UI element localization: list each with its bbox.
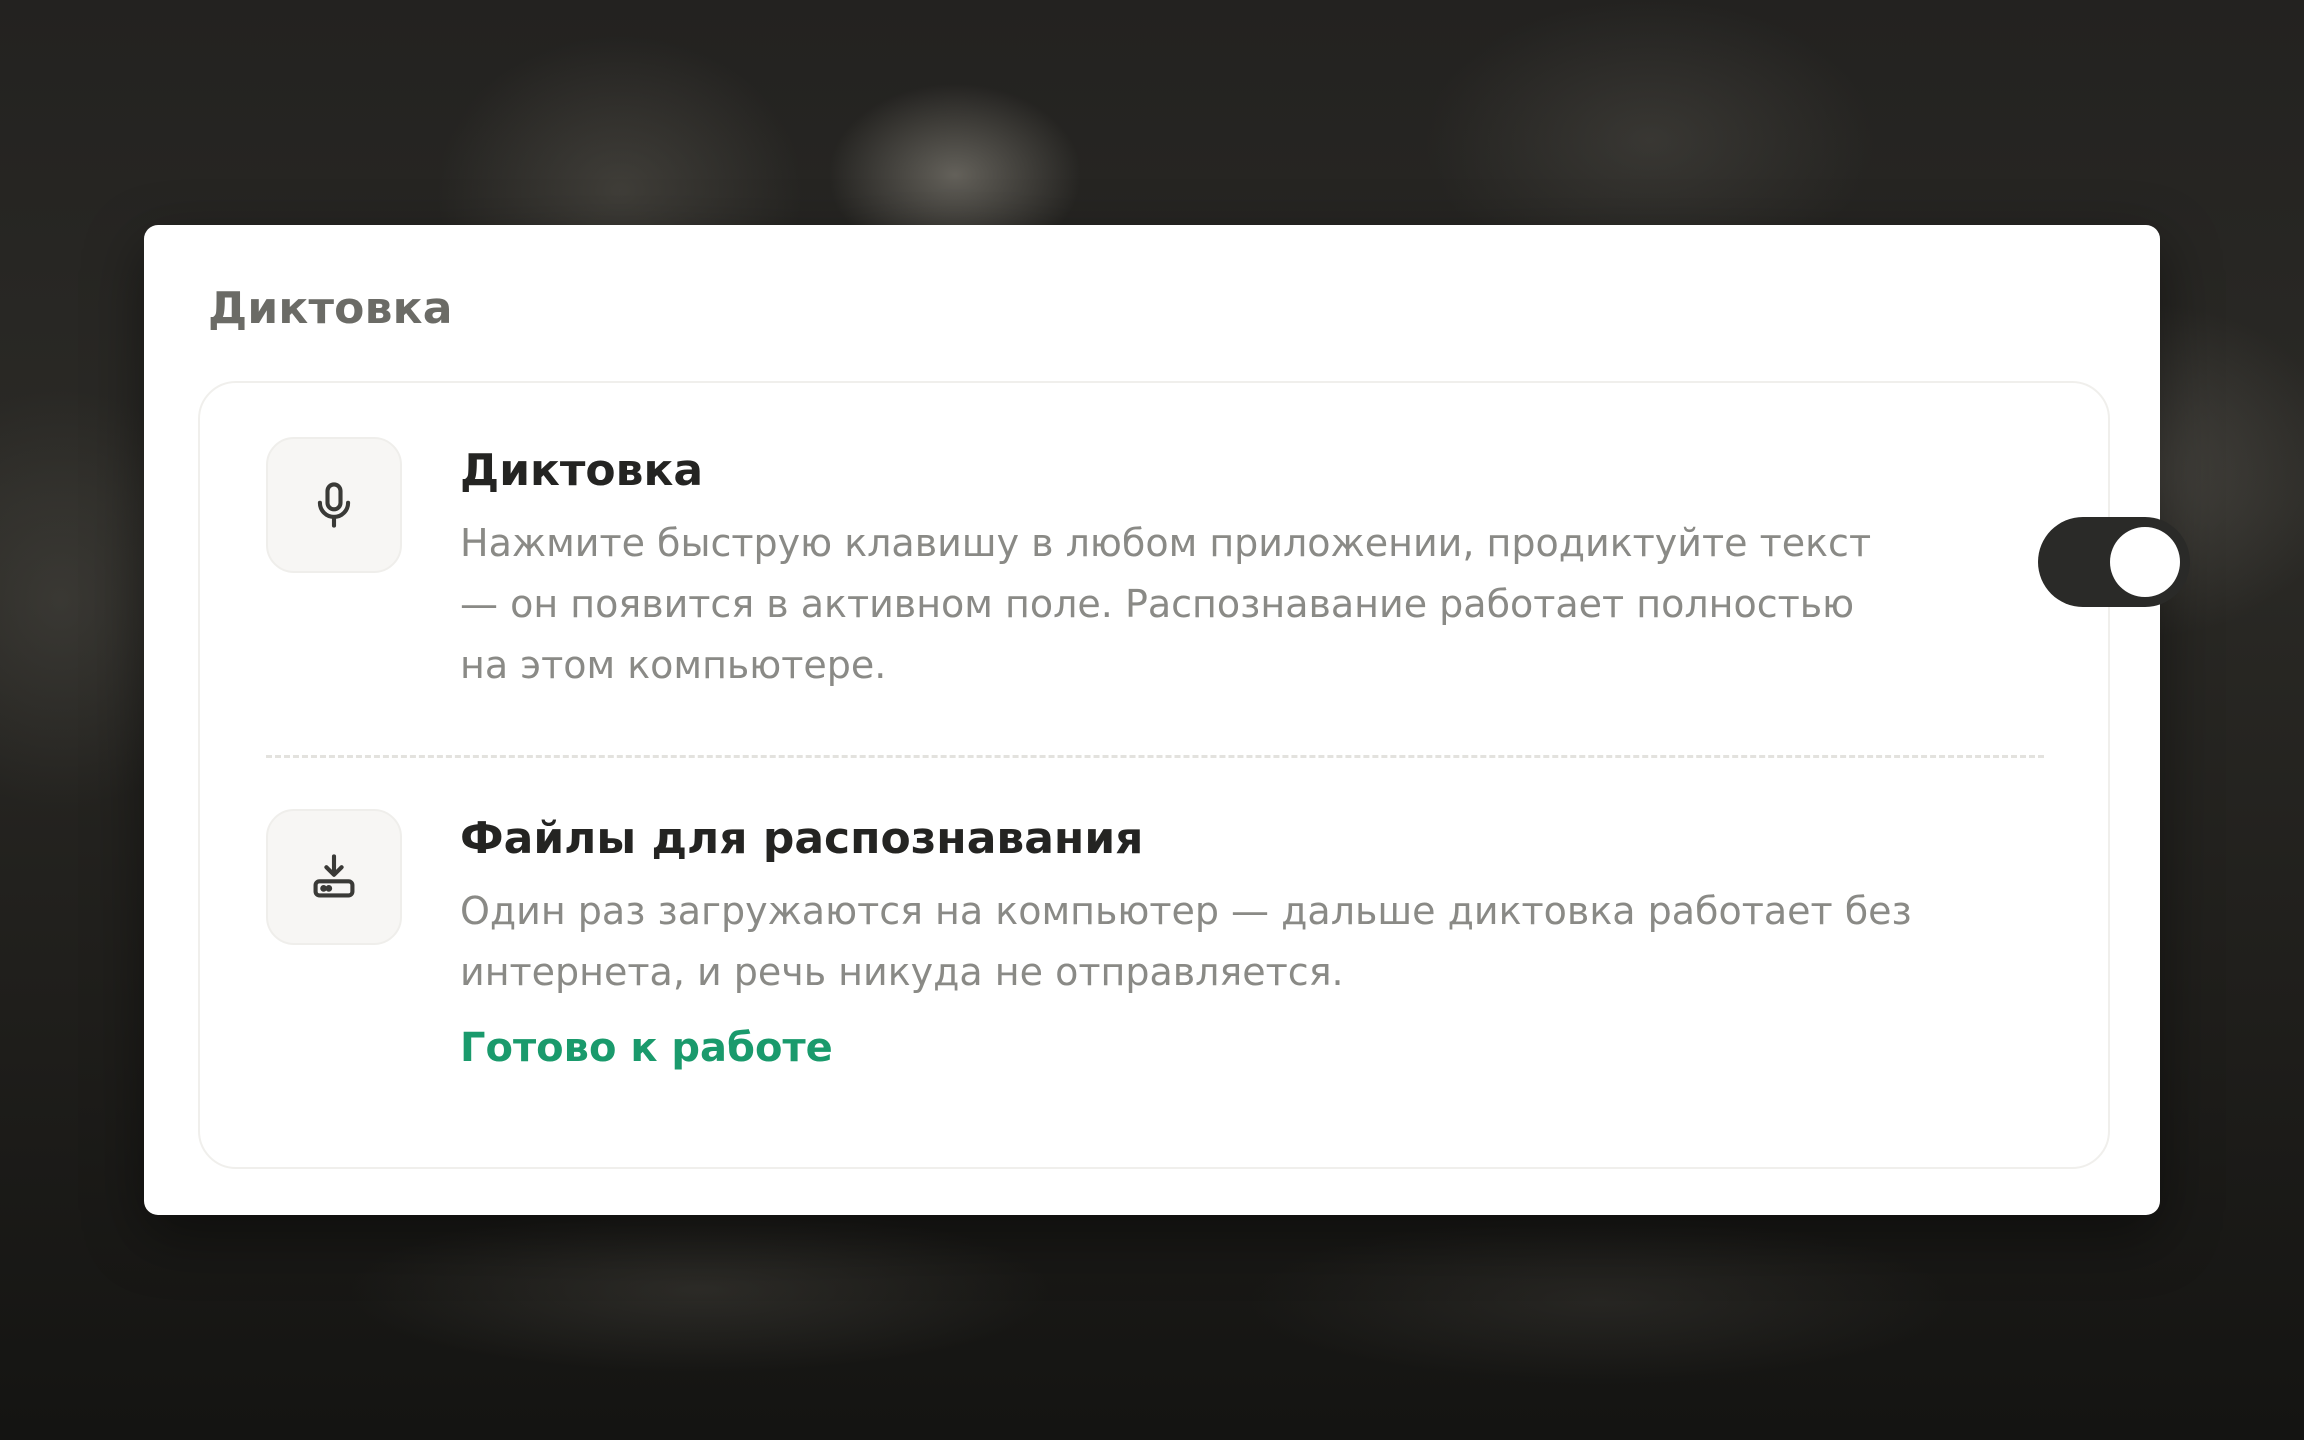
dictation-icon-box (266, 437, 402, 573)
toggle-knob (2110, 527, 2180, 597)
files-title: Файлы для распознавания (460, 813, 1144, 864)
dictation-settings-card: Диктовка Нажмите быструю клавишу в любом… (198, 381, 2190, 1169)
dictation-setting-row: Диктовка Нажмите быструю клавишу в любом… (200, 383, 2190, 755)
settings-dialog: Диктовка Диктовка Нажмите быструю клавиш… (144, 225, 2190, 1215)
section-title: Диктовка (208, 283, 453, 334)
dictation-toggle[interactable] (2038, 517, 2190, 607)
files-status: Готово к работе (460, 1025, 833, 1071)
microphone-icon (317, 482, 351, 528)
recognition-files-row: Файлы для распознавания Один раз загружа… (200, 757, 2108, 1167)
download-drive-icon (313, 854, 355, 898)
dictation-description: Нажмите быструю клавишу в любом приложен… (460, 521, 1872, 687)
files-description: Один раз загружаются на компьютер — даль… (460, 889, 1912, 994)
files-icon-box (266, 809, 402, 945)
dictation-title: Диктовка (460, 445, 704, 496)
